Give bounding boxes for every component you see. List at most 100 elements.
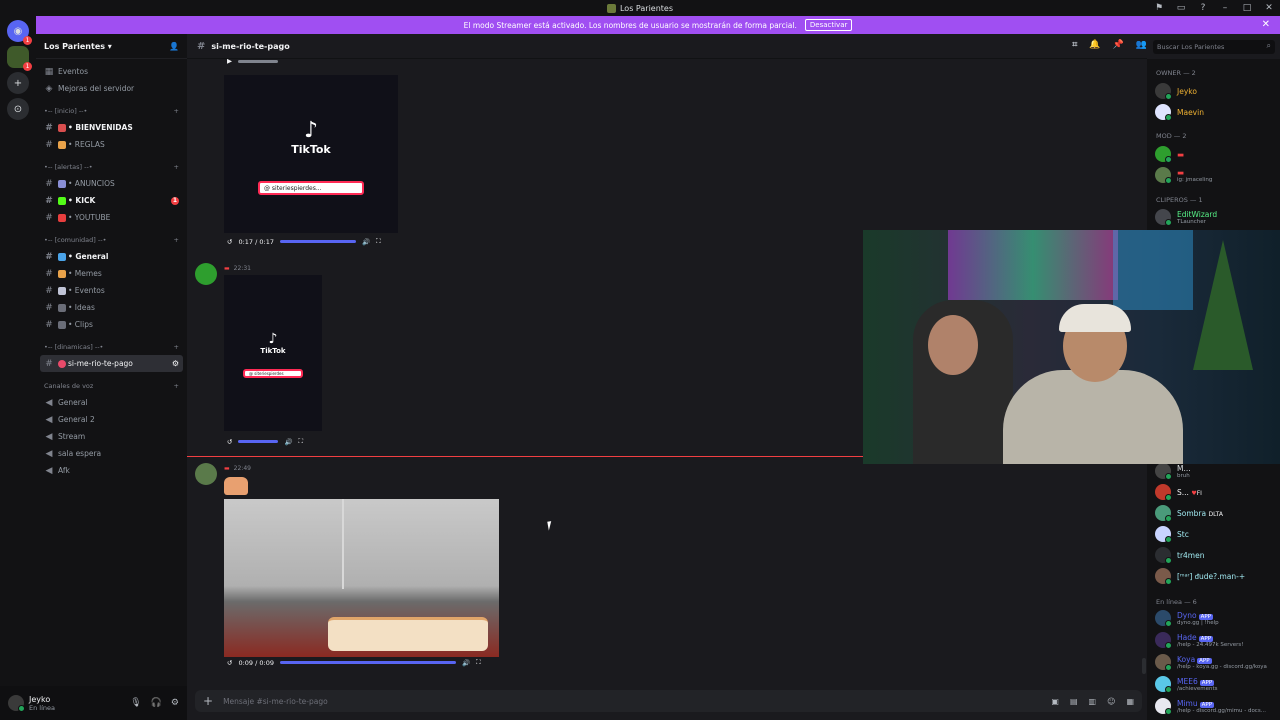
member-row[interactable]: ▬ <box>1155 146 1184 163</box>
channel-si-me-rio-te-pago[interactable]: # si-me-rio-te-pago ⚙ <box>40 355 183 372</box>
channel-memes[interactable]: # • Memes <box>36 265 187 282</box>
add-attachment-icon[interactable]: + <box>203 694 213 708</box>
video-embed[interactable]: ♪ TikTok @ siteriespierdes <box>224 275 322 431</box>
channel-anuncios[interactable]: # • ANUNCIOS <box>36 175 187 192</box>
hash-icon: # <box>197 40 206 52</box>
discord-home-icon[interactable]: ◉ 1 <box>7 20 32 45</box>
avatar[interactable] <box>8 695 25 712</box>
emoji-icon[interactable]: ☺ <box>1107 697 1115 706</box>
member-category-clipperos: CLIPEROS — 1 <box>1156 196 1203 204</box>
video-controls[interactable]: ↺ 0:09 / 0:09 🔊 ⛶ <box>227 658 481 667</box>
member-row[interactable]: Stc <box>1155 526 1189 543</box>
close-icon[interactable]: ✕ <box>1262 19 1270 30</box>
replay-icon[interactable]: ↺ <box>227 238 232 246</box>
channel-clips[interactable]: # • Clips <box>36 316 187 333</box>
category-inicio[interactable]: •-- [inicio] --• + <box>36 103 187 119</box>
voice-channel-afk[interactable]: ◀ Afk <box>36 462 187 479</box>
member-row[interactable]: Maevin <box>1155 104 1204 121</box>
channel-ideas[interactable]: # • Ideas <box>36 299 187 316</box>
explore-icon[interactable]: ⊙ <box>7 98 29 120</box>
volume-icon[interactable]: 🔊 <box>462 659 470 667</box>
video-controls[interactable]: ↺ 🔊 ⛶ <box>227 437 303 446</box>
member-row[interactable]: M... bruh <box>1155 463 1191 480</box>
hash-icon: # <box>45 358 53 369</box>
volume-icon[interactable]: 🔊 <box>362 238 370 246</box>
headphones-icon[interactable]: 🎧 <box>151 698 162 708</box>
tiktok-search-bar: @ siteriespierdes <box>243 369 303 378</box>
hash-icon: # <box>45 319 53 330</box>
minimize-button[interactable]: – <box>1214 3 1236 13</box>
screen-icon[interactable]: ▭ <box>1170 3 1192 13</box>
avatar[interactable] <box>195 263 217 285</box>
member-row-bot[interactable]: Koya APP/help - koya.gg - discord.gg/koya <box>1155 654 1267 671</box>
window-controls: ⚑ ▭ ? – □ ✕ <box>1148 0 1280 16</box>
replay-icon[interactable]: ↺ <box>227 659 232 667</box>
server-los-parientes[interactable]: 1 <box>7 46 32 71</box>
category-comunidad[interactable]: •-- [comunidad] --• + <box>36 232 187 248</box>
video-controls[interactable]: ▶ <box>227 59 278 65</box>
channel-reglas[interactable]: # • REGLAS <box>36 136 187 153</box>
voice-channel-general[interactable]: ◀ General <box>36 394 187 411</box>
channel-kick[interactable]: # • KICK 1 <box>36 192 187 209</box>
category-voice[interactable]: Canales de voz + <box>36 378 187 394</box>
member-row[interactable]: [ᵐᵃʳ] ᵭude?.man-+ <box>1155 568 1245 585</box>
voice-channel-stream[interactable]: ◀ Stream <box>36 428 187 445</box>
inbox-icon[interactable]: ⚑ <box>1148 3 1170 13</box>
category-alertas[interactable]: •-- [alertas] --• + <box>36 159 187 175</box>
member-row[interactable]: Jeyko <box>1155 83 1197 100</box>
channel-youtube[interactable]: # • YOUTUBE <box>36 209 187 226</box>
threads-icon[interactable]: ⌗ <box>1072 40 1077 50</box>
video-controls[interactable]: ↺ 0:17 / 0:17 🔊 ⛶ <box>227 237 381 246</box>
replay-icon[interactable]: ↺ <box>227 438 232 446</box>
sticker-icon[interactable]: ▥ <box>1089 697 1097 706</box>
maximize-button[interactable]: □ <box>1236 3 1258 13</box>
members-icon[interactable]: 👥 <box>1136 40 1147 50</box>
member-row[interactable]: tr4men <box>1155 547 1204 564</box>
search-input[interactable]: Buscar Los Parientes ⌕ <box>1153 40 1275 54</box>
member-row-bot[interactable]: MEE6 APP/achievements <box>1155 676 1218 693</box>
invite-icon[interactable]: 👤 <box>169 42 179 51</box>
gift-icon[interactable]: ▣ <box>1051 697 1059 706</box>
video-time: 0:17 / 0:17 <box>238 237 274 246</box>
add-server-icon[interactable]: + <box>7 72 29 94</box>
bell-icon[interactable]: 🔔 <box>1089 40 1100 50</box>
sidebar-item-mejoras[interactable]: ◈ Mejoras del servidor <box>36 80 187 97</box>
hash-icon: # <box>45 268 53 279</box>
fullscreen-icon[interactable]: ⛶ <box>376 237 381 246</box>
sidebar-item-eventos[interactable]: ▦ Eventos <box>36 63 187 80</box>
pin-icon[interactable]: 📌 <box>1113 40 1124 50</box>
apps-icon[interactable]: ▦ <box>1126 697 1134 706</box>
video-embed[interactable] <box>224 499 499 657</box>
channel-general[interactable]: # • General <box>36 248 187 265</box>
member-row-bot[interactable]: Hade APP/help - 24.497k Servers! <box>1155 632 1244 649</box>
microphone-icon[interactable]: 🎙 <box>130 698 141 708</box>
help-icon[interactable]: ? <box>1192 3 1214 13</box>
settings-icon[interactable]: ⚙ <box>172 359 179 368</box>
voice-channel-general-2[interactable]: ◀ General 2 <box>36 411 187 428</box>
member-row[interactable]: ▬ ig: jmaceling <box>1155 167 1212 184</box>
new-messages-divider <box>187 456 887 457</box>
window-title: Los Parientes <box>619 3 674 13</box>
member-row-bot[interactable]: Mimu APP/help - discord.gg/mimu - docs... <box>1155 698 1266 715</box>
gear-icon[interactable]: ⚙ <box>171 698 179 708</box>
fullscreen-icon[interactable]: ⛶ <box>299 437 304 446</box>
channel-bienvenidas[interactable]: # • BIENVENIDAS <box>36 119 187 136</box>
channel-eventos[interactable]: # • Eventos <box>36 282 187 299</box>
disable-streamer-button[interactable]: Desactivar <box>804 19 853 31</box>
member-row[interactable]: S... ♥FI <box>1155 484 1202 501</box>
gif-icon[interactable]: ▤ <box>1070 697 1078 706</box>
volume-icon[interactable]: 🔊 <box>284 438 292 446</box>
video-embed[interactable]: ♪ TikTok @ siteriespierdes... <box>224 75 398 233</box>
message-input[interactable]: + Mensaje #si-me-rio-te-pago ▣ ▤ ▥ ☺ ▦ <box>195 690 1142 712</box>
fullscreen-icon[interactable]: ⛶ <box>476 658 481 667</box>
avatar[interactable] <box>195 463 217 485</box>
server-header[interactable]: Los Parientes ▾ 👤 <box>36 34 187 59</box>
member-row-bot[interactable]: Dyno APP dyno.gg | !help <box>1155 610 1219 627</box>
voice-channel-sala-espera[interactable]: ◀ sala espera <box>36 445 187 462</box>
close-window-button[interactable]: ✕ <box>1258 3 1280 13</box>
category-dinamicas[interactable]: •-- [dinamicas] --• + <box>36 339 187 355</box>
play-icon[interactable]: ▶ <box>227 59 232 65</box>
member-row[interactable]: Sombra DLTA <box>1155 505 1223 522</box>
scrollbar[interactable] <box>1142 658 1146 674</box>
member-row[interactable]: EditWizard TLauncher <box>1155 209 1217 226</box>
